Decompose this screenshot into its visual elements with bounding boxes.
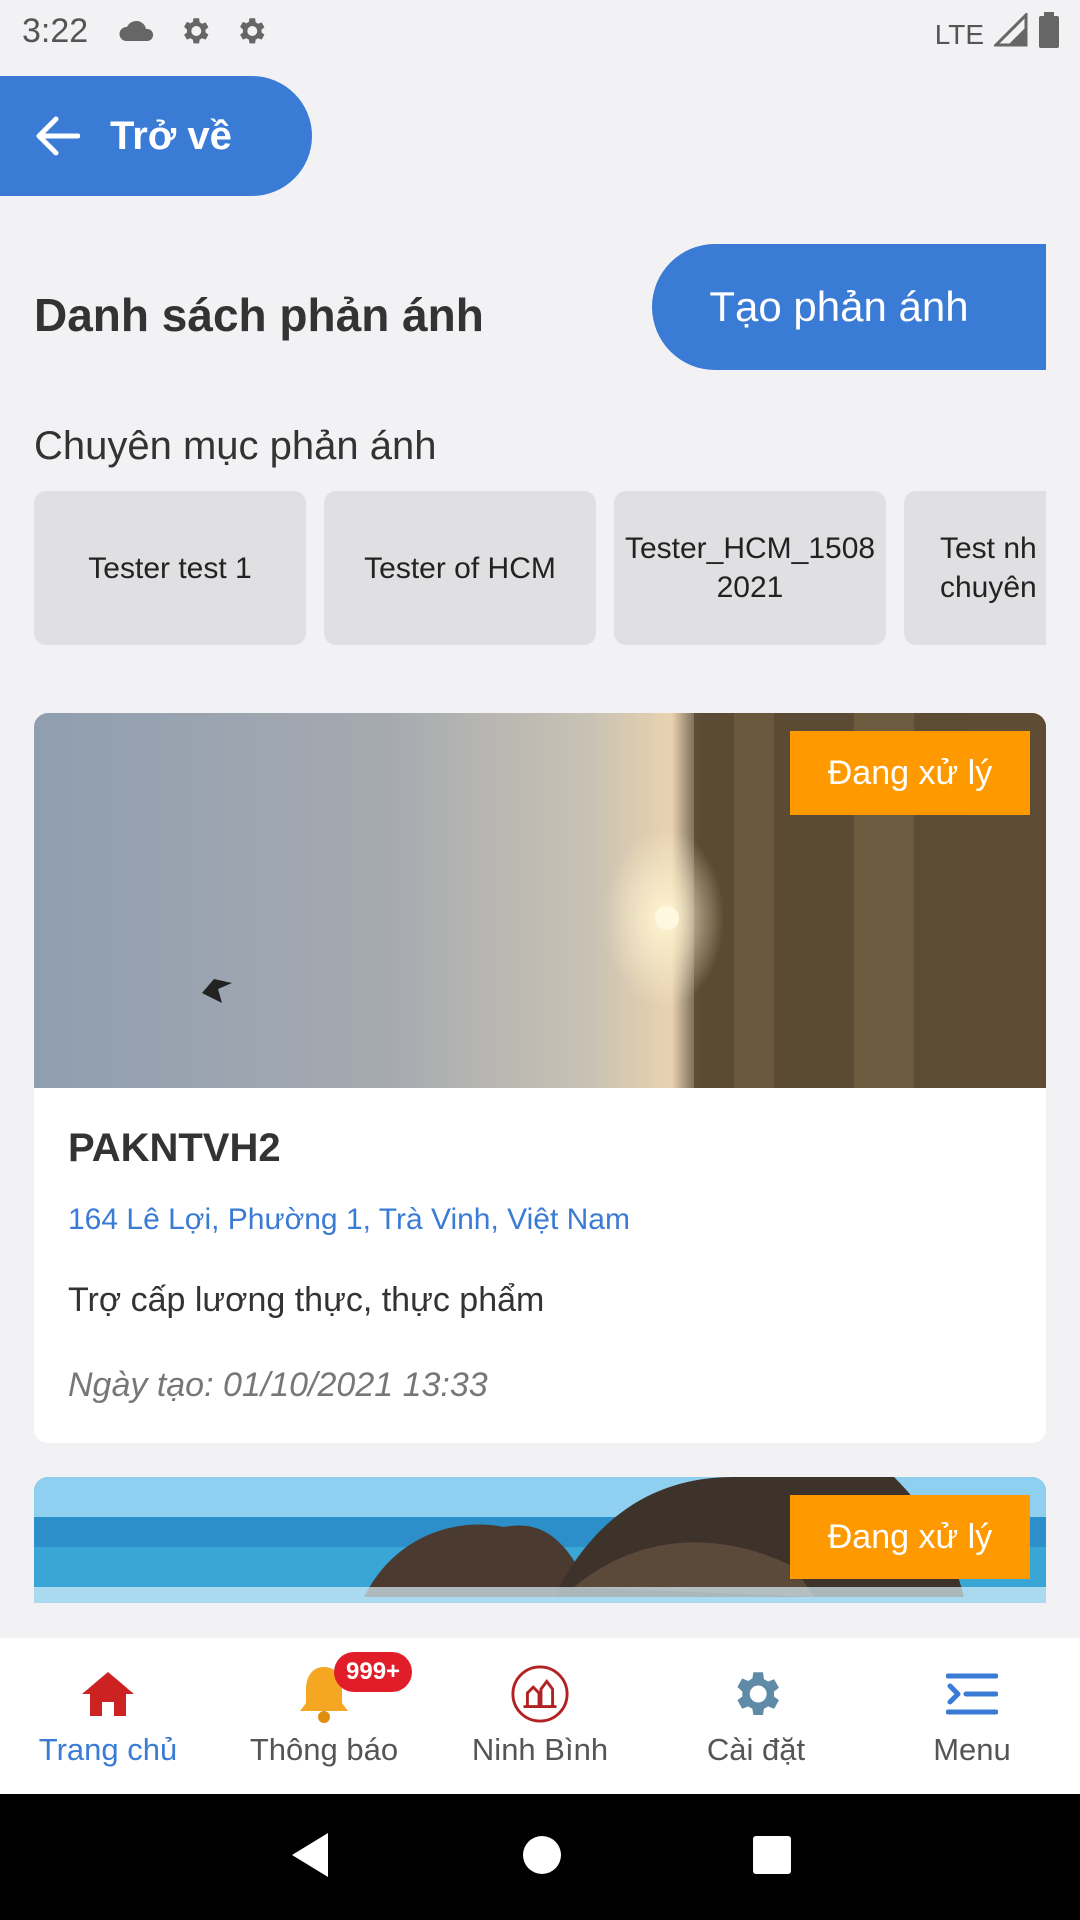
category-list: Tester test 1 Tester of HCM Tester_HCM_1… xyxy=(34,491,1046,645)
system-nav-bar xyxy=(0,1794,1080,1920)
back-triangle-icon[interactable] xyxy=(288,1831,332,1884)
report-date: Ngày tạo: 01/10/2021 13:33 xyxy=(68,1366,488,1404)
settings-notification-icon xyxy=(178,14,212,48)
nav-label: Thông báo xyxy=(249,1732,399,1767)
bottom-nav: Trang chủ 999+ Thông báo Ninh Bình Cài đ… xyxy=(0,1638,1080,1794)
nav-item-ninh-binh[interactable]: Ninh Bình xyxy=(432,1638,648,1794)
nav-item-home[interactable]: Trang chủ xyxy=(0,1638,216,1794)
network-label: LTE xyxy=(934,18,984,50)
report-image: Đang xử lý xyxy=(34,1477,1046,1603)
category-chip[interactable]: Tester_HCM_1508 2021 xyxy=(614,491,886,645)
category-chip-label: Tester_HCM_1508 2021 xyxy=(624,532,876,604)
status-badge: Đang xử lý xyxy=(790,731,1030,815)
arrow-left-icon xyxy=(34,116,80,156)
nav-label: Cài đặt xyxy=(706,1732,806,1767)
status-time: 3:22 xyxy=(22,11,89,50)
cloud-icon xyxy=(118,19,156,43)
menu-icon xyxy=(942,1664,1002,1724)
status-bar: 3:22 LTE xyxy=(0,0,1080,62)
nav-label: Ninh Bình xyxy=(471,1732,609,1767)
category-chip-label: Tester of HCM xyxy=(364,551,556,585)
settings-notification-icon-2 xyxy=(234,14,268,48)
create-report-button[interactable]: Tạo phản ánh xyxy=(652,244,1046,370)
nav-label: Trang chủ xyxy=(38,1732,178,1767)
page-title: Danh sách phản ánh xyxy=(34,289,484,341)
nav-item-notifications[interactable]: 999+ Thông báo xyxy=(216,1638,432,1794)
category-chip-label: Test nh chuyên xyxy=(940,532,1037,604)
home-circle-icon[interactable] xyxy=(522,1835,562,1880)
category-chip-label: Tester test 1 xyxy=(88,551,252,585)
notification-badge: 999+ xyxy=(334,1652,413,1692)
status-badge: Đang xử lý xyxy=(790,1495,1030,1579)
back-label: Trở về xyxy=(110,113,232,158)
nav-item-settings[interactable]: Cài đặt xyxy=(648,1638,864,1794)
report-address: 164 Lê Lợi, Phường 1, Trà Vinh, Việt Nam xyxy=(68,1203,630,1236)
report-card[interactable]: Đang xử lý PAKNTVH2 164 Lê Lợi, Phường 1… xyxy=(34,713,1046,1443)
report-category: Trợ cấp lương thực, thực phẩm xyxy=(68,1281,545,1319)
report-title: PAKNTVH2 xyxy=(68,1126,281,1170)
recents-square-icon[interactable] xyxy=(752,1835,792,1880)
gear-icon xyxy=(726,1664,786,1724)
signal-icon xyxy=(992,11,1028,56)
category-chip[interactable]: Tester of HCM xyxy=(324,491,596,645)
back-button[interactable]: Trở về xyxy=(0,76,312,196)
category-chip[interactable]: Tester test 1 xyxy=(34,491,306,645)
report-card[interactable]: Đang xử lý xyxy=(34,1477,1046,1603)
nav-label: Menu xyxy=(933,1732,1011,1767)
report-image: Đang xử lý xyxy=(34,713,1046,1088)
category-section-label: Chuyên mục phản ánh xyxy=(34,424,437,468)
battery-icon xyxy=(1038,12,1060,57)
category-chip[interactable]: Test nh chuyên xyxy=(904,491,1046,645)
status-right: LTE xyxy=(934,11,1060,57)
home-icon xyxy=(78,1664,138,1724)
nav-item-menu[interactable]: Menu xyxy=(864,1638,1080,1794)
ninh-binh-logo xyxy=(510,1664,570,1724)
